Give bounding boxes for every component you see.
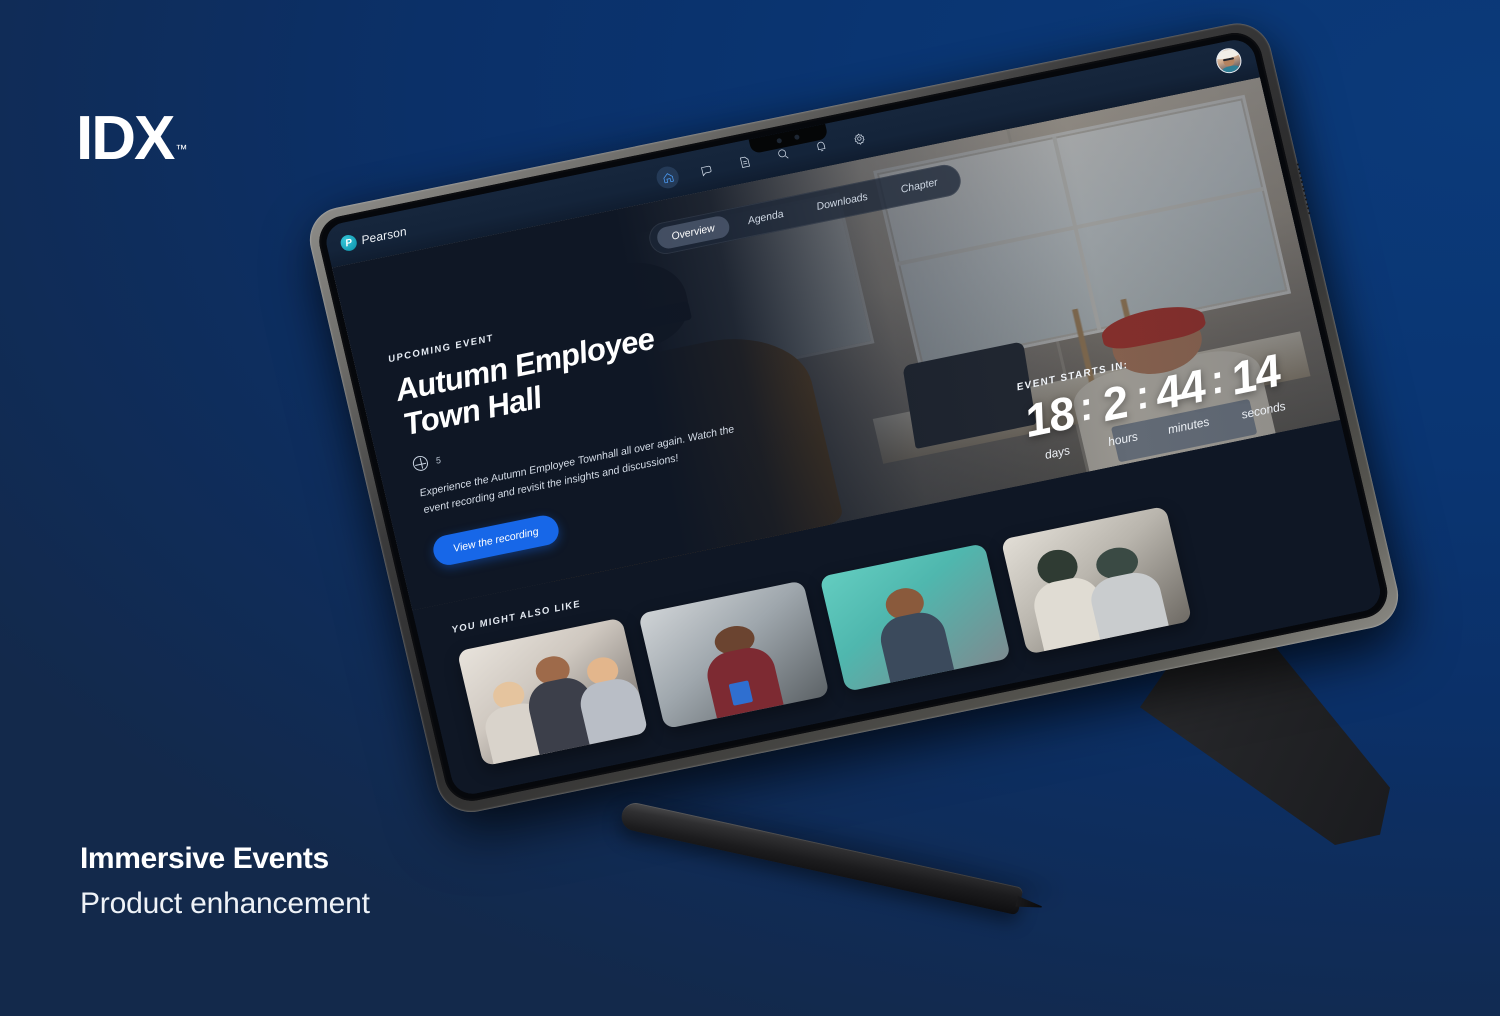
countdown-separator: : [1074,384,1098,430]
countdown-separator: : [1130,372,1154,419]
pearson-logo[interactable]: P Pearson [339,223,409,253]
avatar[interactable] [1213,46,1244,76]
stylus-tip [1015,896,1043,912]
countdown-minutes: 44 minutes [1150,359,1214,437]
list-item[interactable] [819,543,1011,692]
countdown-days-value: 18 [1018,386,1079,447]
countdown-separator: : [1205,357,1229,403]
list-item[interactable] [456,617,649,767]
hero-meta-text: 5 [434,454,442,466]
list-item[interactable] [1000,505,1193,655]
countdown-hours-value: 2 [1096,375,1133,431]
logo-wordmark: IDX [76,104,175,173]
countdown-seconds-value: 14 [1225,343,1286,405]
pearson-p-mark: P [339,233,359,253]
speaker-grille-right [1296,163,1311,214]
idx-logo: IDX ™ [76,108,187,170]
pearson-wordmark: Pearson [359,224,409,248]
caption-subtitle: Product enhancement [80,887,370,921]
list-item[interactable] [638,580,830,730]
globe-icon [411,455,430,473]
gear-icon[interactable] [846,125,873,151]
trademark-symbol: ™ [175,141,188,156]
caption-block: Immersive Events Product enhancement [80,840,370,925]
stylus-pen [618,800,1045,920]
home-icon[interactable] [654,164,682,191]
countdown-hours: 2 hours [1095,375,1140,449]
caption-title: Immersive Events [80,842,329,875]
document-icon[interactable] [731,149,758,175]
countdown-minutes-value: 44 [1150,359,1211,420]
scene: IDX ™ P Pearson Overview Agenda Download… [0,0,1500,1016]
chat-icon[interactable] [693,157,720,183]
